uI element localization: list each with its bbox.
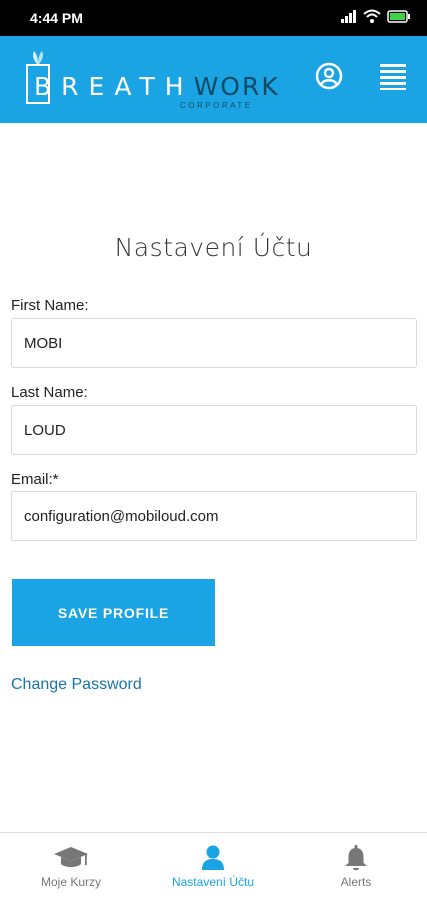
logo-text: BREATHWORK (34, 72, 280, 101)
logo-main-text: BREATH (34, 72, 194, 101)
nav-item-nastaveni-uctu[interactable]: Nastavení Účtu (142, 833, 284, 900)
save-profile-button[interactable]: SAVE PROFILE (12, 579, 215, 646)
breathwork-logo[interactable]: BREATHWORK CORPORATE (26, 50, 278, 112)
battery-icon (387, 9, 411, 28)
first-name-input[interactable] (11, 318, 417, 368)
status-time: 4:44 PM (30, 10, 83, 26)
status-bar: 4:44 PM (0, 0, 427, 36)
nav-label-alerts: Alerts (340, 875, 372, 889)
user-circle-icon[interactable] (315, 62, 343, 90)
nav-label-nastaveni-uctu: Nastavení Účtu (171, 875, 255, 889)
last-name-label: Last Name: (11, 384, 88, 401)
nav-item-alerts[interactable]: Alerts (285, 833, 427, 900)
user-icon (202, 845, 224, 870)
email-label: Email:* (11, 471, 59, 488)
wifi-icon (363, 9, 381, 28)
bell-icon (345, 845, 367, 871)
logo-subtitle: CORPORATE (180, 101, 253, 110)
first-name-label: First Name: (11, 297, 89, 314)
nav-label-moje-kurzy: Moje Kurzy (40, 875, 102, 889)
last-name-input[interactable] (11, 405, 417, 455)
app-header: BREATHWORK CORPORATE (0, 36, 427, 123)
status-icons (341, 9, 411, 28)
graduation-cap-icon (54, 847, 88, 867)
signal-icon (341, 9, 357, 28)
logo-accent-text: WORK (193, 72, 280, 101)
nav-item-moje-kurzy[interactable]: Moje Kurzy (0, 833, 142, 900)
change-password-link[interactable]: Change Password (11, 676, 142, 694)
page-title: Nastavení Účtu (114, 233, 313, 262)
hamburger-menu-icon[interactable] (380, 62, 406, 90)
email-input[interactable] (11, 491, 417, 541)
bottom-nav: Moje Kurzy Nastavení Účtu Alerts (0, 832, 427, 900)
